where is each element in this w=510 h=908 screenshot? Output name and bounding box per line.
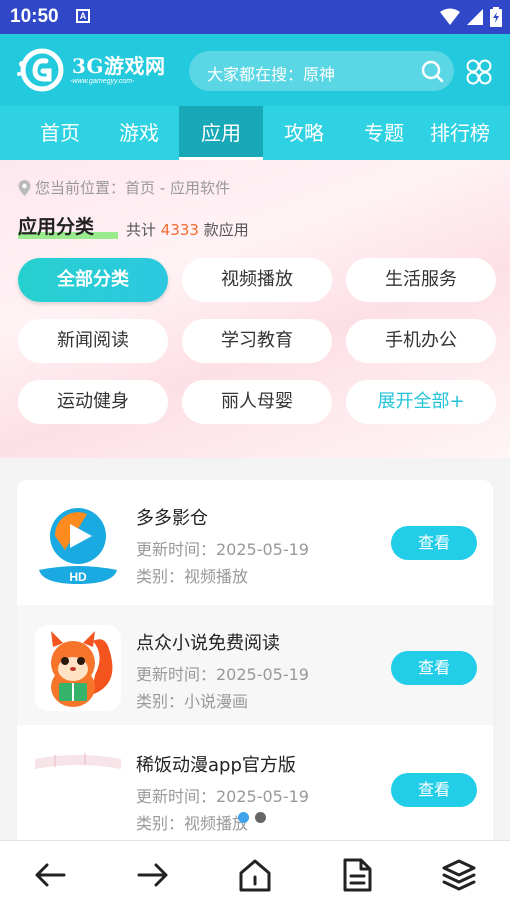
- logo-mark-icon: [17, 48, 64, 92]
- status-bar: 10:50 A: [0, 0, 510, 34]
- main-nav: 首页 游戏 应用 攻略 专题 排行榜: [0, 106, 510, 160]
- hd-player-icon: HD: [35, 500, 121, 586]
- site-logo[interactable]: 3G游戏网 -www.gamegyy.com-: [16, 47, 176, 93]
- nav-guides[interactable]: 攻略: [263, 106, 345, 160]
- view-button[interactable]: 查看: [391, 773, 477, 807]
- app-count: 共计 4333 款应用: [126, 219, 249, 240]
- battery-icon: [490, 7, 502, 27]
- nav-home[interactable]: 首页: [18, 106, 102, 160]
- anime-icon: [35, 747, 121, 833]
- count-number: 4333: [160, 221, 199, 239]
- app-list: HD 多多影仓 更新时间：2025-05-19 类别：视频播放 查看 点众小说免…: [17, 480, 493, 850]
- chip-office[interactable]: 手机办公: [346, 319, 496, 363]
- app-name[interactable]: 多多影仓: [136, 504, 208, 530]
- nav-apps[interactable]: 应用: [179, 106, 263, 160]
- system-icons: [440, 7, 502, 27]
- back-icon[interactable]: [32, 857, 68, 893]
- logo-subtitle: -www.gamegyy.com-: [70, 78, 135, 85]
- category-grid-icon[interactable]: [465, 58, 493, 86]
- logo-text: 3G游戏网: [72, 54, 166, 78]
- breadcrumb: 您当前位置：首页 - 应用软件: [18, 177, 230, 198]
- list-item[interactable]: 稀饭动漫app官方版 更新时间：2025-05-19 类别：视频播放 查看: [17, 727, 493, 847]
- category-title-text: 应用分类: [18, 216, 95, 238]
- count-suffix: 款应用: [203, 221, 249, 239]
- page-dot-active: [238, 812, 249, 823]
- chip-all[interactable]: 全部分类: [18, 258, 168, 302]
- page-dot: [255, 812, 266, 823]
- signal-icon: [467, 9, 483, 25]
- nav-topics[interactable]: 专题: [343, 106, 425, 160]
- app-name[interactable]: 稀饭动漫app官方版: [136, 751, 296, 777]
- app-update-date: 更新时间：2025-05-19: [136, 540, 309, 559]
- forward-icon[interactable]: [135, 857, 171, 893]
- status-time: 10:50: [10, 6, 59, 27]
- document-icon[interactable]: [339, 857, 375, 893]
- chip-expand-all[interactable]: 展开全部+: [346, 380, 496, 424]
- nav-rankings[interactable]: 排行榜: [430, 106, 510, 160]
- chip-news[interactable]: 新闻阅读: [18, 319, 168, 363]
- squirrel-reader-icon: [35, 625, 121, 711]
- wifi-icon: [440, 8, 460, 25]
- search-icon[interactable]: [420, 59, 444, 83]
- app-category: 类别：视频播放: [136, 814, 249, 833]
- location-pin-icon: [18, 179, 31, 196]
- count-prefix: 共计: [126, 221, 157, 239]
- chip-video[interactable]: 视频播放: [182, 258, 332, 302]
- search-placeholder: 大家都在搜：原神: [207, 65, 336, 84]
- category-title: 应用分类: [18, 212, 118, 242]
- nav-games[interactable]: 游戏: [98, 106, 180, 160]
- chip-fitness[interactable]: 运动健身: [18, 380, 168, 424]
- view-button[interactable]: 查看: [391, 526, 477, 560]
- app-name[interactable]: 点众小说免费阅读: [136, 629, 280, 655]
- home-icon[interactable]: [237, 857, 273, 893]
- category-section: 您当前位置：首页 - 应用软件 应用分类 共计 4333 款应用 全部分类 视频…: [0, 160, 510, 458]
- site-header: 3G游戏网 -www.gamegyy.com- 大家都在搜：原神: [0, 34, 510, 106]
- chip-education[interactable]: 学习教育: [182, 319, 332, 363]
- app-update-date: 更新时间：2025-05-19: [136, 665, 309, 684]
- chip-maternity[interactable]: 丽人母婴: [182, 380, 332, 424]
- app-category: 类别：小说漫画: [136, 692, 249, 711]
- chip-life[interactable]: 生活服务: [346, 258, 496, 302]
- app-update-date: 更新时间：2025-05-19: [136, 787, 309, 806]
- browser-toolbar: [0, 840, 510, 908]
- list-item[interactable]: 点众小说免费阅读 更新时间：2025-05-19 类别：小说漫画 查看: [17, 605, 493, 725]
- notification-icon: A: [76, 9, 90, 23]
- search-box[interactable]: 大家都在搜：原神: [189, 51, 454, 91]
- page-indicator: [238, 812, 266, 823]
- breadcrumb-text: 您当前位置：首页 - 应用软件: [35, 179, 230, 197]
- view-button[interactable]: 查看: [391, 651, 477, 685]
- app-category: 类别：视频播放: [136, 567, 249, 586]
- hd-label: HD: [69, 570, 87, 584]
- list-item[interactable]: HD 多多影仓 更新时间：2025-05-19 类别：视频播放 查看: [17, 480, 493, 600]
- layers-icon[interactable]: [441, 857, 477, 893]
